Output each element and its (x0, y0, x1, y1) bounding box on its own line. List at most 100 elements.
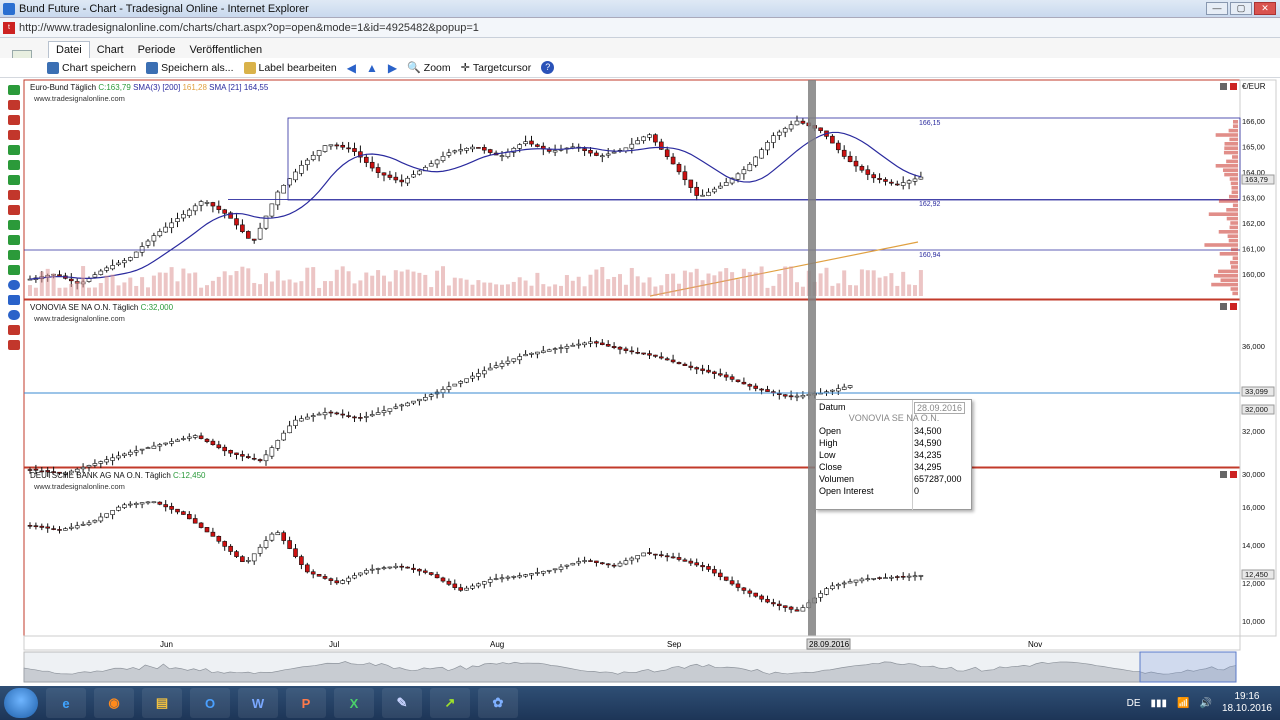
deutschebank-candle (493, 578, 499, 580)
start-button[interactable] (4, 688, 38, 718)
powerpoint-icon[interactable]: P (286, 688, 326, 718)
bund-candle (818, 127, 823, 131)
deutschebank-candle (440, 577, 446, 582)
deutschebank-candle (375, 568, 381, 570)
deutschebank-candle (918, 575, 924, 577)
deutschebank-candle (281, 532, 287, 541)
bund-candle (363, 156, 369, 163)
vonovia-candle (723, 374, 729, 378)
bund-volume-bar (193, 272, 198, 296)
bund-candle (139, 246, 145, 253)
bund-volume-profile-bar (1230, 287, 1238, 291)
bund-volume-bar (505, 284, 510, 296)
bund-volume-bar (682, 270, 687, 296)
vonovia-candle (529, 352, 534, 355)
bund-candle (853, 160, 859, 167)
bund-volume-bar (81, 266, 86, 296)
bund-volume-bar (328, 281, 333, 296)
vonovia-candle (499, 363, 505, 367)
vonovia-candle (505, 360, 511, 364)
deutschebank-candle (192, 518, 198, 524)
deutschebank-candle (63, 528, 68, 531)
bund-volume-bar (370, 275, 375, 296)
panel-bund-close-icon[interactable] (1230, 83, 1237, 90)
deutschebank-candle (481, 581, 487, 585)
deutschebank-candle (558, 566, 564, 570)
deutschebank-candle (257, 546, 263, 554)
volume-icon[interactable]: 🔊 (1199, 698, 1211, 709)
deutschebank-candle (883, 577, 888, 579)
vonovia-candle (776, 393, 782, 395)
vonovia-candle (151, 445, 157, 449)
bund-candle (776, 131, 782, 136)
tool-icon[interactable]: ✎ (382, 688, 422, 718)
panel-deutschebank-maximize-icon[interactable] (1220, 471, 1227, 478)
bund-volume-bar (582, 286, 587, 296)
bund-candle (682, 171, 688, 181)
deutschebank-candle (57, 529, 62, 531)
bund-candle (835, 142, 841, 151)
panel-vonovia-close-icon[interactable] (1230, 303, 1237, 310)
deutschebank-candle (417, 568, 422, 572)
bund-level-label: 166,15 (919, 120, 941, 127)
deutschebank-candle (741, 587, 747, 591)
bund-volume-bar (789, 266, 794, 296)
bund-volume-profile-bar (1228, 238, 1238, 243)
bund-candle (759, 149, 764, 159)
deutschebank-candle (246, 560, 251, 562)
outlook-icon[interactable]: O (190, 688, 230, 718)
explorer-icon[interactable]: ▤ (142, 688, 182, 718)
battery-icon[interactable]: ▮▮▮ (1151, 698, 1168, 709)
tooltip-low-value: 34,235 (914, 450, 942, 460)
chart-area[interactable]: Euro-Bund Täglich C:163,79 SMA(3) [200] … (0, 0, 1280, 720)
bund-candle (647, 134, 652, 138)
bund-volume-bar (264, 273, 268, 296)
deutschebank-candle (358, 572, 363, 576)
xaxis-label-nov: Nov (1028, 640, 1042, 649)
tradesignal-icon[interactable]: ↗ (430, 688, 470, 718)
tooltip-instrument: VONOVIA SE NA O.N. (848, 413, 940, 423)
vonovia-candle (133, 450, 139, 453)
bund-candle (706, 191, 711, 196)
bund-volume-profile-bar (1233, 120, 1238, 124)
panel-deutschebank-close-icon[interactable] (1230, 471, 1237, 478)
panel-vonovia-maximize-icon[interactable] (1220, 303, 1227, 310)
firefox-icon[interactable]: ◉ (94, 688, 134, 718)
bund-candle (340, 144, 346, 148)
ie-icon[interactable]: e (46, 688, 86, 718)
overview-window-handle[interactable] (1139, 651, 1237, 683)
network-icon[interactable]: 📶 (1177, 698, 1189, 709)
panel-bund-maximize-icon[interactable] (1220, 83, 1227, 90)
bund-volume-bar (559, 285, 563, 296)
deutschebank-candle (594, 560, 599, 563)
target-cursor-line[interactable] (808, 80, 816, 636)
deutschebank-candle (405, 566, 410, 569)
bund-candle (765, 142, 770, 151)
deutschebank-candle (74, 525, 80, 529)
vonovia-candle (157, 444, 163, 447)
vonovia-candle (841, 386, 847, 390)
language-indicator[interactable]: DE (1127, 698, 1141, 709)
bund-candle (257, 227, 263, 240)
taskbar: e ◉ ▤ O W P X ✎ ↗ ✿ DE ▮▮▮ 📶 🔊 19:16 18.… (0, 686, 1280, 720)
deutschebank-candle (399, 565, 405, 568)
deutschebank-candle (729, 580, 735, 585)
word-icon[interactable]: W (238, 688, 278, 718)
bund-volume-bar (45, 268, 50, 296)
bund-volume-bar (553, 284, 558, 296)
vonovia-candle (629, 350, 635, 353)
deutschebank-candle (216, 535, 222, 542)
bund-ytick: 161,00 (1242, 245, 1265, 254)
clock[interactable]: 19:16 18.10.2016 (1222, 691, 1272, 715)
deutschebank-candle (511, 576, 517, 578)
deutschebank-candle (428, 572, 434, 575)
excel-icon[interactable]: X (334, 688, 374, 718)
bund-volume-bar (470, 284, 475, 296)
bund-volume-bar (69, 283, 74, 296)
bund-candle (133, 251, 139, 258)
app-icon[interactable]: ✿ (478, 688, 518, 718)
bund-candle (110, 265, 115, 270)
deutschebank-candle (605, 563, 611, 566)
deutschebank-candle (287, 540, 292, 549)
deutschebank-ytick: 16,000 (1242, 503, 1265, 512)
